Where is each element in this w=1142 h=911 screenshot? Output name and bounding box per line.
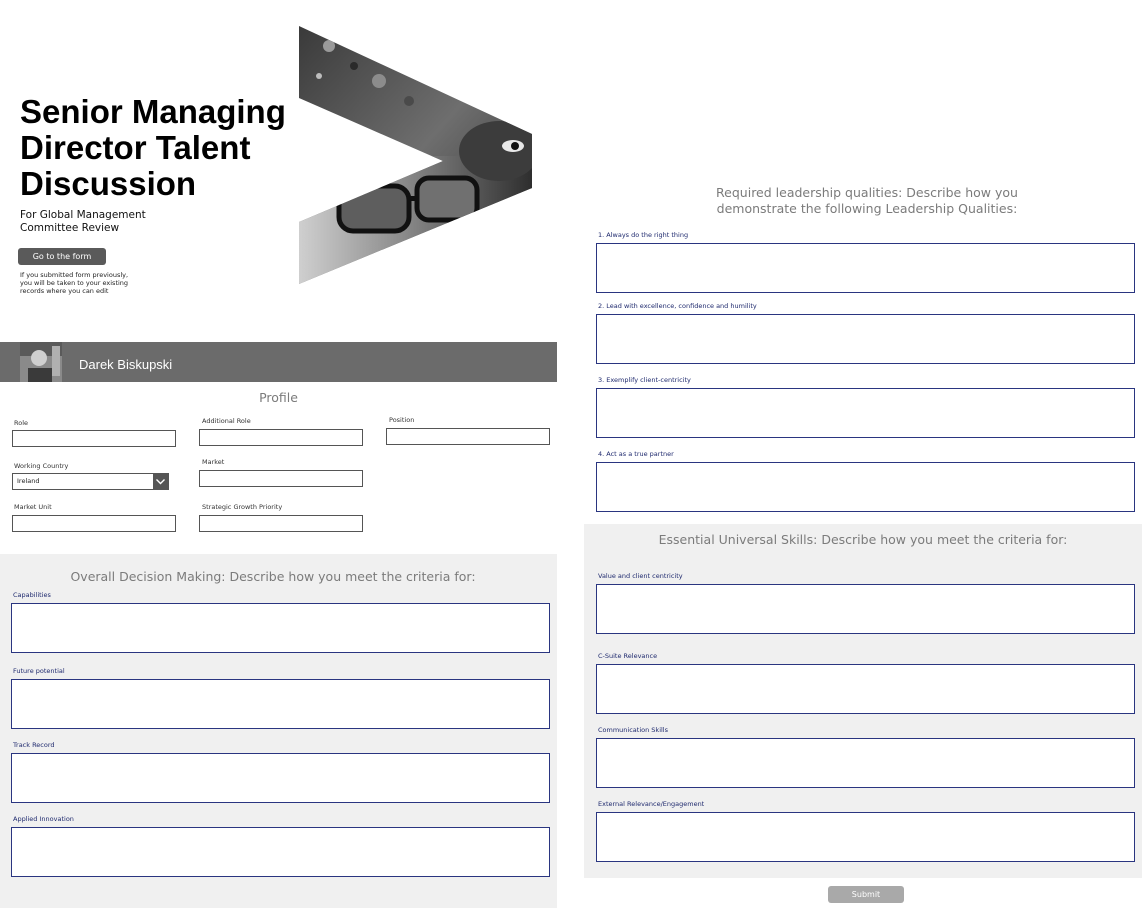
future-potential-label: Future potential [13,667,65,675]
capabilities-label: Capabilities [13,591,51,599]
working-country-select[interactable]: Ireland [12,473,169,490]
leadership-q3-label: 3. Exemplify client-centricity [598,376,691,384]
track-record-textarea[interactable] [11,753,550,803]
submit-button[interactable]: Submit [828,886,904,903]
chevron-down-icon-glyph [156,479,165,485]
profile-section-title: Profile [259,390,298,405]
applied-innovation-textarea[interactable] [11,827,550,877]
additional-role-input[interactable] [199,429,363,446]
avatar [20,342,62,382]
page-title-line-1: Senior Managing [20,93,286,130]
leadership-heading: Required leadership qualities: Describe … [584,185,1142,217]
leadership-q1-label: 1. Always do the right thing [598,231,689,239]
page-subtitle: For Global Management Committee Review [20,209,240,235]
working-country-value: Ireland [17,477,40,485]
communication-skills-label: Communication Skills [598,726,668,734]
value-client-centricity-label: Value and client centricity [598,572,683,580]
universal-skills-heading: Essential Universal Skills: Describe how… [658,532,1068,547]
hero-note-line-1: If you submitted form previously, [20,271,129,279]
communication-skills-textarea[interactable] [596,738,1135,788]
additional-role-label: Additional Role [202,417,251,425]
value-client-centricity-textarea[interactable] [596,584,1135,634]
market-unit-input[interactable] [12,515,176,532]
external-relevance-textarea[interactable] [596,812,1135,862]
page-subtitle-line-1: For Global Management [20,209,146,221]
go-to-form-button[interactable]: Go to the form [18,248,106,265]
external-relevance-label: External Relevance/Engagement [598,800,705,808]
hero-note-line-3: records where you can edit [20,287,109,295]
market-label: Market [202,458,225,466]
leadership-q3-textarea[interactable] [596,388,1135,438]
chevron-down-icon[interactable] [153,474,168,489]
page-title-line-3: Discussion [20,165,197,202]
position-label: Position [389,416,415,424]
position-input[interactable] [386,428,550,445]
strategic-growth-priority-input[interactable] [199,515,363,532]
strategic-growth-priority-label: Strategic Growth Priority [202,503,283,511]
page-title-line-2: Director Talent [20,129,251,166]
future-potential-textarea[interactable] [11,679,550,729]
hero-note: If you submitted form previously, you wi… [20,271,160,295]
working-country-label: Working Country [14,462,69,470]
role-label: Role [14,419,29,427]
market-input[interactable] [199,470,363,487]
hero-note-line-2: you will be taken to your existing [20,279,129,287]
leadership-heading-line-2: demonstrate the following Leadership Qua… [716,201,1018,216]
leadership-q2-label: 2. Lead with excellence, confidence and … [598,302,757,310]
c-suite-relevance-textarea[interactable] [596,664,1135,714]
hero-chevron-image [299,26,532,284]
role-input[interactable] [12,430,176,447]
leadership-q2-textarea[interactable] [596,314,1135,364]
applied-innovation-label: Applied Innovation [13,815,74,823]
market-unit-label: Market Unit [14,503,52,511]
leadership-q4-textarea[interactable] [596,462,1135,512]
page-subtitle-line-2: Committee Review [20,222,120,234]
track-record-label: Track Record [13,741,55,749]
decision-making-heading: Overall Decision Making: Describe how yo… [70,569,476,584]
user-name: Darek Biskupski [79,357,173,372]
leadership-q4-label: 4. Act as a true partner [598,450,674,458]
page-title: Senior Managing Director Talent Discussi… [20,94,310,202]
capabilities-textarea[interactable] [11,603,550,653]
c-suite-relevance-label: C-Suite Relevance [598,652,658,660]
leadership-q1-textarea[interactable] [596,243,1135,293]
leadership-heading-line-1: Required leadership qualities: Describe … [716,185,1018,200]
